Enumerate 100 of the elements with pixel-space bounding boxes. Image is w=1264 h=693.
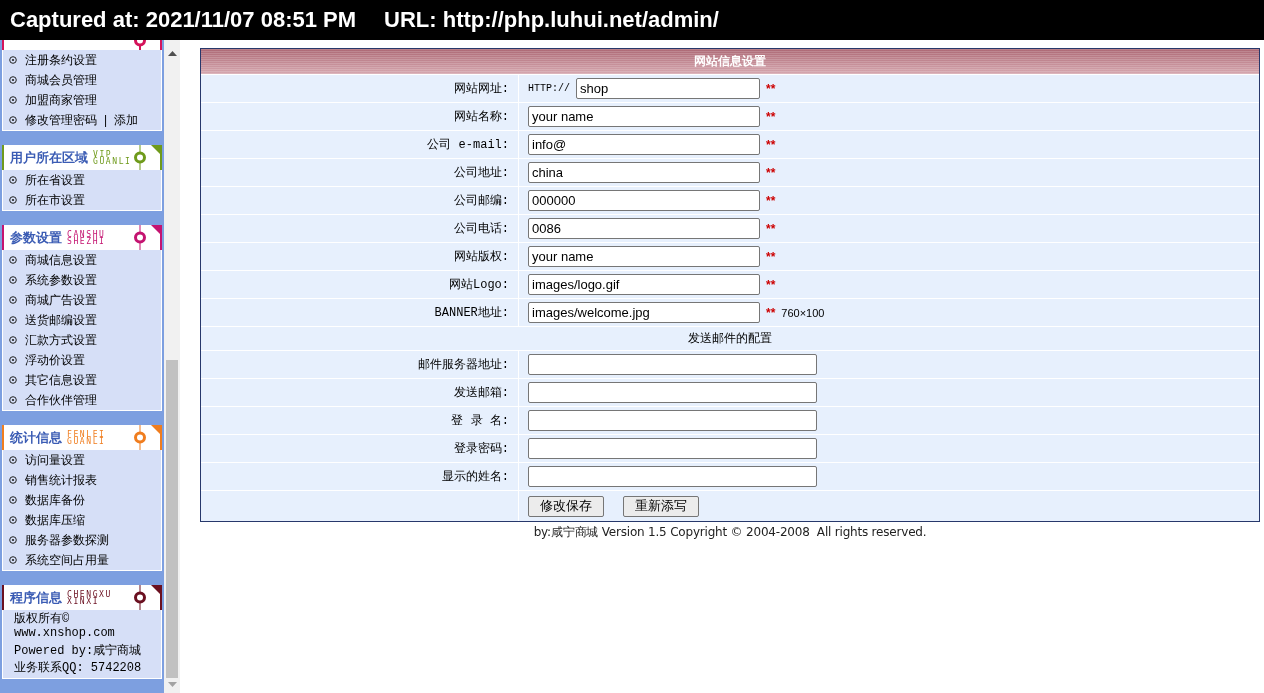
panel-subtitle: CHENGXU XINXI	[67, 590, 112, 605]
sidebar-link[interactable]: 商城信息设置	[25, 251, 97, 269]
sidebar-link[interactable]: 系统空间占用量	[25, 551, 109, 569]
form-button[interactable]: 修改保存	[528, 495, 604, 517]
link-separator: |	[104, 113, 108, 127]
bullet-icon	[9, 196, 17, 204]
bullet-icon	[9, 116, 17, 124]
bullet-icon	[9, 296, 17, 304]
form-button[interactable]: 重新添写	[623, 495, 699, 517]
field-label: 发送邮箱:	[453, 385, 509, 401]
sidebar-link[interactable]: 数据库压缩	[25, 511, 85, 529]
scrollbar[interactable]	[164, 40, 180, 693]
panel-subtitle: CANSHU SHEZHI	[67, 230, 106, 245]
bullet-icon	[9, 556, 17, 564]
panel-subtitle: FENLEI GUANLI	[67, 430, 106, 445]
field-label: 公司 e-mail:	[427, 137, 509, 153]
text-input[interactable]: images/welcome.jpg	[528, 302, 760, 323]
field-label: 网站版权:	[453, 249, 509, 265]
panel-title: 程序信息	[10, 588, 62, 607]
text-input[interactable]: china	[528, 162, 760, 183]
sidebar-link[interactable]: 加盟商家管理	[25, 91, 97, 109]
text-input[interactable]	[528, 382, 817, 403]
info-text: 业务联系QQ: 5742208	[14, 660, 143, 677]
field-label: 公司电话:	[453, 221, 509, 237]
sidebar-link[interactable]: 合作伙伴管理	[25, 391, 97, 409]
text-input[interactable]	[528, 410, 817, 431]
required-mark: **	[766, 137, 776, 152]
required-mark: **	[766, 81, 776, 96]
bullet-icon	[9, 476, 17, 484]
panel-subtitle: VIP GUANLI	[93, 150, 132, 165]
capture-url-text: URL: http://php.luhui.net/admin/	[384, 7, 719, 33]
field-label: 登 录 名:	[451, 413, 509, 429]
sidebar-link[interactable]: 商城广告设置	[25, 291, 97, 309]
capture-time-text: Captured at: 2021/11/07 08:51 PM	[10, 7, 357, 33]
sidebar-link[interactable]: 访问量设置	[25, 451, 85, 469]
form-header: 网站信息设置	[201, 49, 1259, 74]
field-label: 显示的姓名:	[441, 469, 509, 485]
sidebar-link[interactable]: 注册条约设置	[25, 51, 97, 69]
field-label: 公司地址:	[453, 165, 509, 181]
bullet-icon	[9, 56, 17, 64]
text-input[interactable]: info@	[528, 134, 760, 155]
field-label: 网站网址:	[453, 81, 509, 97]
bullet-icon	[9, 96, 17, 104]
text-input[interactable]	[528, 438, 817, 459]
sidebar-link[interactable]: 修改管理密码	[25, 111, 97, 129]
sidebar-link[interactable]: 销售统计报表	[25, 471, 97, 489]
text-input[interactable]	[528, 354, 817, 375]
required-mark: **	[766, 277, 776, 292]
text-input[interactable]: images/logo.gif	[528, 274, 760, 295]
text-input[interactable]: 000000	[528, 190, 760, 211]
required-mark: **	[766, 109, 776, 124]
footer-text: by:咸宁商城 Version 1.5 Copyright © 2004-2008 All rights reserved.	[533, 524, 927, 541]
text-input[interactable]: 0086	[528, 218, 760, 239]
size-hint-text: 760×100	[781, 306, 825, 319]
bullet-icon	[9, 336, 17, 344]
bullet-icon	[9, 376, 17, 384]
info-text: www.xnshop.com	[14, 626, 116, 642]
bullet-icon	[9, 396, 17, 404]
sidebar-link[interactable]: 汇款方式设置	[25, 331, 97, 349]
field-label: 登录密码:	[453, 441, 509, 457]
text-input[interactable]: your name	[528, 246, 760, 267]
sidebar-link[interactable]: 服务器参数探测	[25, 531, 109, 549]
add-link[interactable]: 添加	[114, 111, 139, 129]
field-label: 网站Logo:	[449, 277, 509, 293]
bullet-icon	[9, 276, 17, 284]
bullet-icon	[9, 176, 17, 184]
field-label: 邮件服务器地址:	[417, 357, 509, 373]
url-prefix: HTTP://	[528, 83, 570, 94]
bullet-icon	[9, 516, 17, 524]
sidebar-link[interactable]: 数据库备份	[25, 491, 85, 509]
field-label: 公司邮编:	[453, 193, 509, 209]
scrollbar-thumb[interactable]	[166, 360, 178, 678]
bullet-icon	[9, 76, 17, 84]
sidebar-link[interactable]: 系统参数设置	[25, 271, 97, 289]
text-input[interactable]	[528, 466, 817, 487]
panel-title: 统计信息	[10, 428, 62, 447]
bullet-icon	[9, 536, 17, 544]
field-label: BANNER地址:	[434, 305, 509, 321]
required-mark: **	[766, 249, 776, 264]
text-input[interactable]: shop	[576, 78, 760, 99]
panel-title: 用户所在区域	[10, 148, 88, 167]
section-heading: 发送邮件的配置	[688, 330, 772, 347]
info-text: 版权所有©	[14, 611, 71, 626]
bullet-icon	[9, 456, 17, 464]
bullet-icon	[9, 496, 17, 504]
scroll-up-icon[interactable]	[167, 51, 177, 56]
info-text: Powered by:咸宁商城	[14, 643, 143, 658]
required-mark: **	[766, 305, 776, 320]
required-mark: **	[766, 193, 776, 208]
sidebar-link[interactable]: 所在省设置	[25, 171, 85, 189]
bullet-icon	[9, 256, 17, 264]
text-input[interactable]: your name	[528, 106, 760, 127]
sidebar-link[interactable]: 浮动价设置	[25, 351, 85, 369]
bullet-icon	[9, 356, 17, 364]
sidebar-link[interactable]: 所在市设置	[25, 191, 85, 209]
required-mark: **	[766, 221, 776, 236]
sidebar-link[interactable]: 送货邮编设置	[25, 311, 97, 329]
panel-title: 参数设置	[10, 228, 62, 247]
sidebar-link[interactable]: 商城会员管理	[25, 71, 97, 89]
sidebar-link[interactable]: 其它信息设置	[25, 371, 97, 389]
